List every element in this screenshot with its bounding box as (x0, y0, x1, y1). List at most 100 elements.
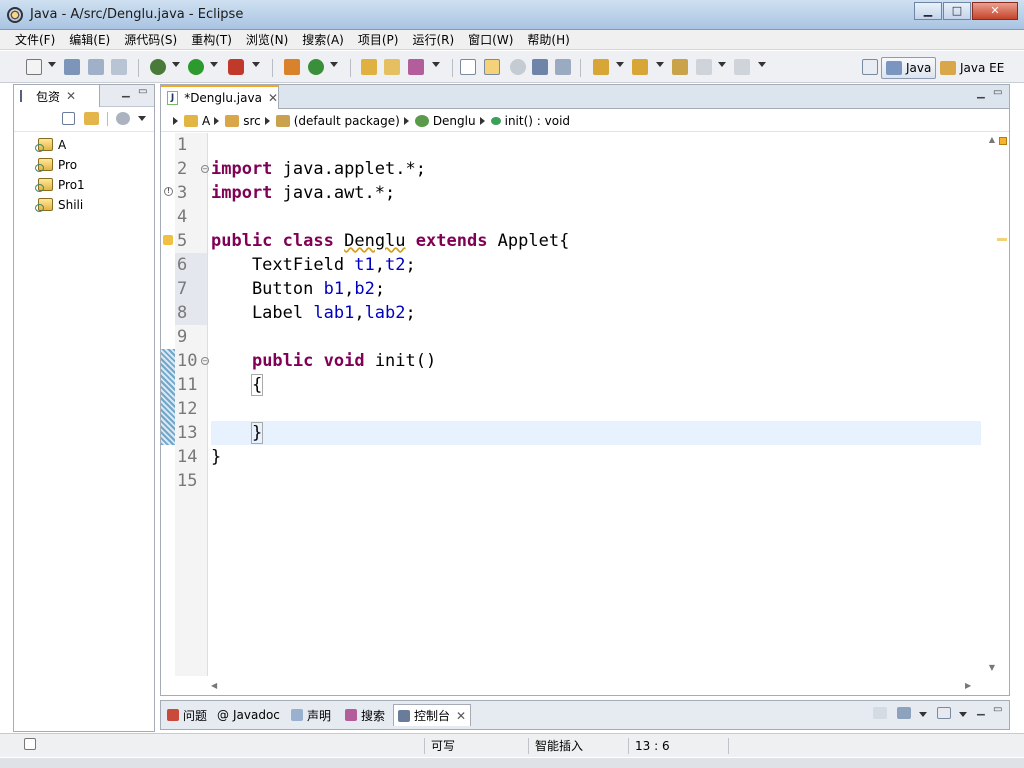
tree-item-project-a[interactable]: A (14, 135, 154, 155)
breadcrumb-project[interactable]: A (202, 114, 210, 128)
menu-window[interactable]: 窗口(W) (461, 30, 520, 49)
collapse-all-icon[interactable] (62, 112, 75, 125)
chevron-down-icon[interactable] (959, 712, 967, 717)
chevron-down-icon[interactable] (172, 62, 180, 67)
line-number: 7 (175, 277, 207, 301)
maximize-view-icon[interactable]: ▭ (993, 87, 1002, 98)
perspective-java[interactable]: Java (881, 57, 937, 79)
scroll-left-arrow-icon[interactable]: ◀ (211, 681, 217, 690)
tab-label: 问题 (183, 708, 208, 723)
minimize-view-icon[interactable]: ▁ (977, 88, 985, 99)
fast-view-icon[interactable] (24, 738, 36, 750)
open-perspective-icon[interactable] (862, 59, 878, 75)
minimize-view-icon[interactable]: ▁ (122, 87, 130, 98)
save-all-icon[interactable] (88, 59, 104, 75)
maximize-view-icon[interactable]: ▭ (993, 704, 1002, 715)
search-icon[interactable] (408, 59, 424, 75)
close-button[interactable]: ✕ (972, 2, 1018, 20)
tab-declaration[interactable]: 声明 (287, 705, 335, 725)
overview-warning-marker[interactable] (997, 238, 1007, 241)
menu-search[interactable]: 搜索(A) (295, 30, 351, 49)
fold-collapse-icon[interactable]: − (201, 165, 209, 173)
menu-navigate[interactable]: 浏览(N) (239, 30, 295, 49)
menu-project[interactable]: 项目(P) (351, 30, 406, 49)
menu-run[interactable]: 运行(R) (405, 30, 461, 49)
perspective-java-ee[interactable]: Java EE (940, 57, 1004, 79)
scroll-up-arrow-icon[interactable]: ▲ (989, 135, 995, 144)
menu-source[interactable]: 源代码(S) (117, 30, 184, 49)
overview-warning-icon[interactable] (999, 137, 1007, 145)
tab-problems[interactable]: 问题 (163, 705, 211, 725)
highlight-icon[interactable] (484, 59, 500, 75)
chevron-down-icon[interactable] (656, 62, 664, 67)
chevron-down-icon[interactable] (252, 62, 260, 67)
tab-console[interactable]: 控制台 ✕ (393, 704, 472, 726)
tab-javadoc[interactable]: @ Javadoc (213, 705, 284, 725)
scroll-down-arrow-icon[interactable]: ▼ (989, 663, 995, 672)
block-selection-icon[interactable] (510, 59, 526, 75)
tab-search[interactable]: 搜索 (341, 705, 389, 725)
print-icon[interactable] (111, 59, 127, 75)
debug-icon[interactable] (150, 59, 166, 75)
scroll-right-arrow-icon[interactable]: ▶ (965, 681, 971, 690)
maximize-button[interactable]: □ (943, 2, 971, 20)
show-whitespace-icon[interactable] (532, 59, 548, 75)
close-icon[interactable]: ✕ (456, 709, 466, 723)
maximize-view-icon[interactable]: ▭ (138, 86, 147, 97)
breadcrumb-method[interactable]: init() : void (505, 114, 570, 128)
override-range-marker (161, 349, 175, 445)
next-annotation-icon[interactable] (593, 59, 609, 75)
chevron-down-icon[interactable] (48, 62, 56, 67)
code-line: { (250, 374, 264, 396)
new-java-class-icon[interactable] (308, 59, 324, 75)
open-console-icon[interactable] (937, 707, 951, 719)
menu-file[interactable]: 文件(F) (8, 30, 62, 49)
previous-annotation-icon[interactable] (632, 59, 648, 75)
breadcrumb-package[interactable]: (default package) (294, 114, 400, 128)
tab-package-explorer[interactable]: 包资 ✕ (14, 85, 100, 107)
breadcrumb-src[interactable]: src (243, 114, 261, 128)
toolbar-separator (107, 112, 108, 126)
chevron-down-icon[interactable] (758, 62, 766, 67)
tab-denglu-java[interactable]: J *Denglu.java ✕ (161, 85, 279, 109)
chevron-down-icon[interactable] (210, 62, 218, 67)
new-file-icon[interactable] (26, 59, 42, 75)
fold-collapse-icon[interactable]: − (201, 357, 209, 365)
minimize-view-icon[interactable]: ▁ (977, 705, 985, 716)
display-console-icon[interactable] (897, 707, 911, 719)
minimize-button[interactable]: ▁ (914, 2, 942, 20)
chevron-down-icon[interactable] (138, 116, 146, 121)
open-folder-icon[interactable] (384, 59, 400, 75)
link-with-editor-icon[interactable] (84, 112, 99, 125)
menu-refactor[interactable]: 重构(T) (184, 30, 239, 49)
back-arrow-icon[interactable] (696, 59, 712, 75)
close-icon[interactable]: ✕ (268, 91, 278, 105)
pin-console-icon[interactable] (873, 707, 887, 719)
run-icon[interactable] (188, 59, 204, 75)
breadcrumb-class[interactable]: Denglu (433, 114, 476, 128)
save-icon[interactable] (64, 59, 80, 75)
forward-arrow-icon[interactable] (734, 59, 750, 75)
filter-icon[interactable] (116, 112, 130, 125)
menu-edit[interactable]: 编辑(E) (62, 30, 117, 49)
tree-item-project-pro1[interactable]: Pro1 (14, 175, 154, 195)
close-icon[interactable]: ✕ (66, 89, 76, 103)
last-edit-location-icon[interactable] (672, 59, 688, 75)
chevron-down-icon[interactable] (718, 62, 726, 67)
line-number: 15 (177, 471, 198, 491)
toggle-mark-occurrences-icon[interactable] (460, 59, 476, 75)
run-external-icon[interactable] (228, 59, 244, 75)
new-java-package-icon[interactable] (284, 59, 300, 75)
code-area[interactable]: ! 1 2 3 4 5 6 7 8 9 10 11 12 13 14 15 − … (161, 133, 1009, 690)
source-code[interactable]: import java.applet.*; import java.awt.*;… (211, 133, 981, 493)
chevron-down-icon[interactable] (330, 62, 338, 67)
tree-item-project-pro[interactable]: Pro (14, 155, 154, 175)
chevron-down-icon[interactable] (616, 62, 624, 67)
tree-item-project-shili[interactable]: Shili (14, 195, 154, 215)
open-type-icon[interactable] (361, 59, 377, 75)
chevron-down-icon[interactable] (432, 62, 440, 67)
paragraph-icon[interactable] (555, 59, 571, 75)
chevron-down-icon[interactable] (919, 712, 927, 717)
menu-help[interactable]: 帮助(H) (520, 30, 576, 49)
